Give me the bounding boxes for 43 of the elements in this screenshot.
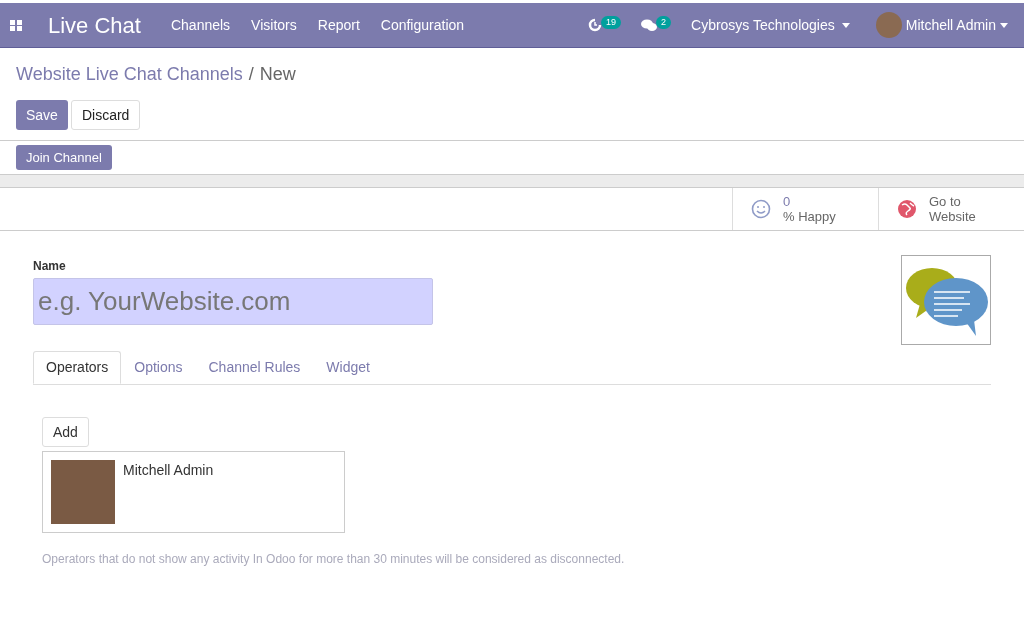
operator-name: Mitchell Admin (123, 461, 214, 480)
avatar (875, 12, 902, 38)
join-channel-button[interactable]: Join Channel (16, 145, 112, 170)
help-text: Operators that do not show any activity In Odoo for more than 30 minutes will be considered as disconnected. (42, 551, 626, 568)
stat-label: % Happy (783, 209, 836, 224)
name-label: Name (33, 258, 67, 275)
stat-value: Go to (929, 194, 962, 209)
stat-button[interactable]: Go to Website (878, 188, 1024, 230)
clock-icon (588, 18, 602, 32)
activity-count-badge: 19 (601, 15, 621, 29)
breadcrumb-link[interactable]: Website Live Chat Channels (16, 61, 243, 88)
channel-image[interactable] (901, 255, 991, 345)
form-tab[interactable]: Options (121, 351, 196, 384)
photo-placeholder (51, 460, 115, 524)
stat-value: 0 (783, 194, 792, 209)
menu-link[interactable]: Visitors (251, 14, 297, 36)
name-input[interactable]: e.g. YourWebsite.com (33, 278, 433, 325)
message-count-badge: 2 (656, 15, 671, 29)
smiley-icon (751, 199, 771, 219)
company-switcher[interactable]: Cybrosys Technologies (691, 14, 850, 36)
breadcrumb-separator: / (248, 63, 254, 86)
menu-link[interactable]: Report (317, 14, 360, 36)
chat-bubbles-icon (641, 18, 657, 32)
app-title: Live Chat (48, 11, 141, 40)
add-button[interactable]: Add (42, 417, 89, 447)
stat-label: Website (929, 209, 976, 224)
save-button[interactable]: Save (16, 100, 68, 130)
form-tab[interactable]: Channel Rules (195, 351, 314, 384)
caret-icon (1000, 22, 1008, 28)
messages-button[interactable]: 2 (641, 18, 671, 32)
discard-button[interactable]: Discard (70, 100, 141, 130)
breadcrumb-current: New (259, 63, 296, 86)
globe-icon (897, 199, 917, 219)
menu-link[interactable]: Channels (170, 14, 231, 36)
user-menu[interactable]: Mitchell Admin (875, 12, 1008, 38)
stat-button[interactable]: 0 % Happy (732, 188, 878, 230)
form-tab[interactable]: Widget (313, 351, 383, 384)
apps-grid-icon[interactable] (10, 19, 22, 31)
caret-icon (841, 22, 850, 28)
form-tab[interactable]: Operators (33, 351, 122, 384)
activity-button[interactable]: 19 (588, 18, 621, 32)
operator-card[interactable]: Mitchell Admin (42, 451, 345, 533)
menu-link[interactable]: Configuration (380, 14, 465, 36)
